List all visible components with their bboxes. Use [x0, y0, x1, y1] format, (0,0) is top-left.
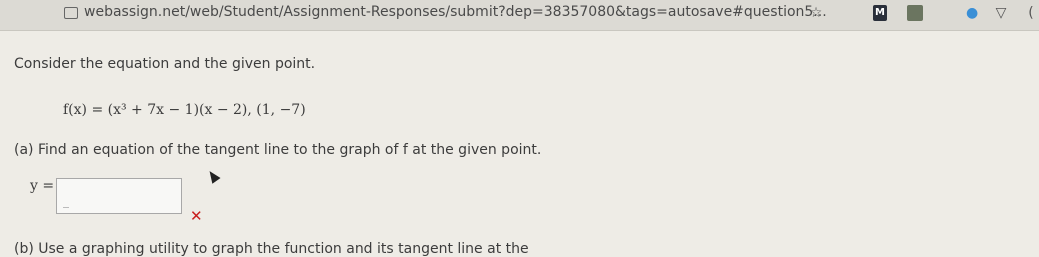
input-caret	[63, 207, 69, 208]
part-b-prompt: (b) Use a graphing utility to graph the …	[14, 241, 529, 257]
extension-icon[interactable]: M	[873, 5, 887, 21]
question-intro: Consider the equation and the given poin…	[14, 56, 316, 72]
extension-icon[interactable]	[907, 5, 923, 21]
extension-icon[interactable]: (	[1026, 5, 1036, 21]
question-content: Consider the equation and the given poin…	[0, 30, 1039, 257]
address-bar[interactable]: webassign.net/web/Student/Assignment-Res…	[84, 4, 827, 20]
equation: f(x) = (x³ + 7x − 1)(x − 2), (1, −7)	[63, 102, 306, 118]
answer-input[interactable]	[56, 178, 182, 214]
extension-icon[interactable]: ▽	[994, 5, 1008, 21]
extension-icon[interactable]: ●	[966, 5, 978, 21]
answer-label: y =	[30, 178, 55, 194]
mouse-cursor-icon	[205, 168, 221, 184]
star-icon[interactable]: ☆	[808, 5, 824, 21]
page-icon	[64, 7, 78, 19]
browser-toolbar: webassign.net/web/Student/Assignment-Res…	[0, 0, 1039, 31]
incorrect-icon: ✕	[190, 207, 203, 225]
part-a-prompt: (a) Find an equation of the tangent line…	[14, 142, 542, 158]
